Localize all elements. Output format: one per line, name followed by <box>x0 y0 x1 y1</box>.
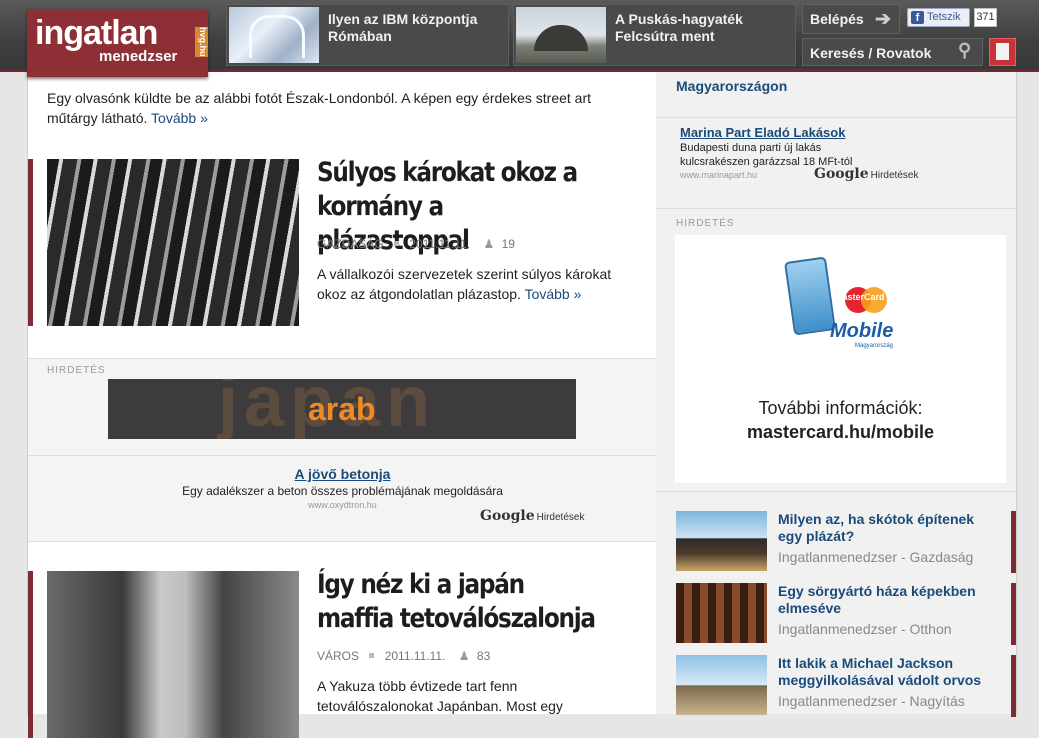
phone-icon <box>784 256 836 336</box>
google-wordmark: Google <box>814 166 869 182</box>
mastercard-product-sub: Magyarország <box>855 343 894 349</box>
related-title[interactable]: Egy sörgyártó háza képekben elmeséve <box>778 583 998 617</box>
search-sections-label: Keresés / Rovatok <box>810 45 932 61</box>
mastercard-mobile-ad[interactable]: MasterCard Mobile Magyarország További i… <box>675 235 1006 483</box>
article-meta: GAZDASÁG 2011.11.11. ♟ 19 <box>317 237 515 251</box>
logo-tag: hvg.hu <box>195 27 208 57</box>
promo-ibm-title[interactable]: Ilyen az IBM központja Rómában <box>328 11 498 45</box>
article-title[interactable]: Így néz ki a japán maffia tetoválószalon… <box>317 568 601 636</box>
google-ad-description: Egy adalékszer a beton összes problémájá… <box>182 484 503 498</box>
article-comment-count[interactable]: 83 <box>477 649 490 663</box>
main-column: Egy olvasónk küldte be az alábbi fotót É… <box>27 72 658 738</box>
related-source: Ingatlanmenedzser - Otthon <box>778 621 952 637</box>
login-label: Belépés <box>810 11 864 27</box>
mastercard-site: mastercard.hu/mobile <box>746 422 935 442</box>
sidebar-google-ad-url[interactable]: www.marinapart.hu <box>680 170 757 180</box>
article-more-link[interactable]: Tovább » <box>525 286 582 302</box>
facebook-like-label: Tetszik <box>927 11 961 23</box>
site-logo[interactable]: ingatlan menedzser hvg.hu <box>27 9 208 77</box>
article-category[interactable]: GAZDASÁG <box>317 237 384 251</box>
google-ads-logo[interactable]: Google Hirdetések <box>480 508 584 524</box>
meta-separator <box>369 653 375 658</box>
related-title[interactable]: Milyen az, ha skótok építenek egy plázát… <box>778 511 998 545</box>
facebook-like-button[interactable]: f Tetszik <box>907 8 970 27</box>
article-lead-text: A Yakuza több évtizede tart fenn tetovál… <box>317 678 563 714</box>
mastercard-product: Mobile <box>830 320 894 342</box>
mastercard-info-label: További információk: <box>758 398 923 418</box>
related-article[interactable]: Milyen az, ha skótok építenek egy plázát… <box>656 511 1016 583</box>
ad-banner-arab[interactable]: japan arab <box>108 379 576 439</box>
google-ads-logo[interactable]: Google Hirdetések <box>814 166 918 182</box>
article-date: 2011.11.11. <box>384 649 446 663</box>
logo-sub-text: menedzser <box>99 48 178 65</box>
related-source: Ingatlanmenedzser - Nagyítás <box>778 693 965 709</box>
related-accent-bar <box>1011 655 1016 717</box>
login-button[interactable]: Belépés ➔ <box>802 4 900 34</box>
facebook-like-count: 371 <box>974 8 997 27</box>
sidebar-cut-headline[interactable]: Magyarországon <box>676 78 787 94</box>
google-text-ad: A jövő betonja Egy adalékszer a beton ös… <box>28 455 657 542</box>
article-date: 2011.11.11. <box>409 237 471 251</box>
article-comment-count[interactable]: 19 <box>502 237 515 251</box>
article-accent-bar <box>28 571 33 738</box>
search-sections-button[interactable]: Keresés / Rovatok ⚲ <box>802 38 983 66</box>
google-ads-label: Hirdetések <box>536 512 585 523</box>
article-image-tattoo[interactable] <box>47 571 299 738</box>
related-article[interactable]: Egy sörgyártó háza képekben elmeséve Ing… <box>656 583 1016 655</box>
sidebar-google-ad-title[interactable]: Marina Part Eladó Lakások <box>680 125 845 140</box>
related-accent-bar <box>1011 511 1016 573</box>
article-lead: A Yakuza több évtizede tart fenn tetovál… <box>317 676 637 716</box>
article-image-escalators[interactable] <box>47 159 299 326</box>
search-icon: ⚲ <box>958 40 972 60</box>
meta-separator <box>394 241 400 246</box>
related-source: Ingatlanmenedzser - Gazdaság <box>778 549 974 565</box>
sidebar: Magyarországon Marina Part Eladó Lakások… <box>656 72 1017 717</box>
promo-puskas[interactable]: A Puskás-hagyaték Felcsútra ment <box>513 4 796 66</box>
related-thumbnail-house[interactable] <box>676 655 767 715</box>
promo-puskas-title[interactable]: A Puskás-hagyaték Felcsútra ment <box>615 11 790 45</box>
intro-text: Egy olvasónk küldte be az alábbi fotót É… <box>47 90 592 126</box>
related-thumbnail-brewery[interactable] <box>676 583 767 643</box>
related-accent-bar <box>1011 583 1016 645</box>
ad-label: HIRDETÉS <box>676 218 735 229</box>
comments-icon: ♟ <box>458 649 470 663</box>
article-lead: A vállalkozói szervezetek szerint súlyos… <box>317 264 637 304</box>
intro-paragraph: Egy olvasónk küldte be az alábbi fotót É… <box>47 88 627 128</box>
google-wordmark: Google <box>480 508 535 524</box>
article-meta: VÁROS 2011.11.11. ♟ 83 <box>317 649 490 663</box>
ad-label: HIRDETÉS <box>47 365 106 376</box>
promo-ibm-thumbnail[interactable] <box>229 7 319 63</box>
sidebar-google-ad: Marina Part Eladó Lakások Budapesti duna… <box>656 117 1016 200</box>
sidebar-ad-zone: HIRDETÉS MasterCard Mobile Magyarország … <box>656 208 1016 492</box>
google-ads-label: Hirdetések <box>870 170 919 181</box>
ad-zone: HIRDETÉS japan arab A jövő betonja Egy a… <box>28 358 657 542</box>
related-thumbnail-bagpiper[interactable] <box>676 511 767 571</box>
promo-ibm[interactable]: Ilyen az IBM központja Rómában <box>226 4 509 66</box>
facebook-icon: f <box>911 11 924 24</box>
article-accent-bar <box>28 159 33 326</box>
pdf-icon[interactable] <box>989 38 1016 66</box>
sidebar-google-ad-description: Budapesti duna parti új lakás kulcsrakés… <box>680 142 853 168</box>
article-category[interactable]: VÁROS <box>317 649 359 663</box>
related-title[interactable]: Itt lakik a Michael Jackson meggyilkolás… <box>778 655 998 689</box>
banner-foreground-text: arab <box>308 391 376 427</box>
comments-icon: ♟ <box>483 237 495 251</box>
intro-more-link[interactable]: Tovább » <box>151 110 208 126</box>
mastercard-brand: MasterCard <box>835 292 885 302</box>
google-ad-title[interactable]: A jövő betonja <box>28 466 657 482</box>
related-article[interactable]: Itt lakik a Michael Jackson meggyilkolás… <box>656 655 1016 727</box>
login-arrow-icon: ➔ <box>875 9 891 30</box>
promo-puskas-thumbnail[interactable] <box>516 7 606 63</box>
